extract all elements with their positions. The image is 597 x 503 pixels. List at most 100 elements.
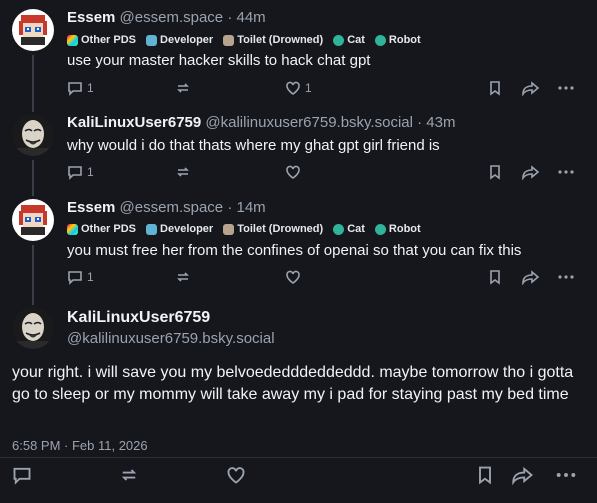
author-handle[interactable]: @kalilinuxuser6759.bsky.social <box>205 114 413 131</box>
author-name[interactable]: Essem <box>67 199 115 216</box>
reply-icon <box>68 166 82 180</box>
bookmark-icon <box>490 81 500 96</box>
thread-line <box>32 190 34 196</box>
post-time[interactable]: 14m <box>237 199 266 216</box>
like-button[interactable]: 1 <box>285 80 312 96</box>
post-time[interactable]: 43m <box>426 114 455 131</box>
thread-post[interactable]: KaliLinuxUser6759 @kalilinuxuser6759.bsk… <box>0 100 597 190</box>
author-handle[interactable]: @essem.space <box>120 199 224 216</box>
repost-button[interactable] <box>175 80 191 96</box>
post-text: your right. i will save you my belvoeded… <box>12 364 574 403</box>
bookmark-icon <box>490 165 500 180</box>
focused-post: KaliLinuxUser6759 @kalilinuxuser6759.bsk… <box>0 295 597 503</box>
robot-icon <box>374 34 386 46</box>
like-button[interactable] <box>285 269 301 285</box>
developer-icon <box>146 223 158 235</box>
thread-line <box>32 245 34 295</box>
badge[interactable]: Cat <box>333 223 365 235</box>
bookmark-button[interactable] <box>487 80 503 96</box>
avatar[interactable] <box>12 307 54 349</box>
separator-dot: · <box>417 114 423 131</box>
badge-row: Other PDS Developer Toilet (Drowned) Cat… <box>67 34 421 46</box>
post-header: KaliLinuxUser6759 @kalilinuxuser6759.bsk… <box>67 114 455 131</box>
bookmark-button[interactable] <box>487 269 503 285</box>
thread-post[interactable]: Essem @essem.space · 44m Other PDS Devel… <box>0 0 597 100</box>
more-icon <box>556 473 576 477</box>
badge[interactable]: Developer <box>146 34 213 46</box>
reply-button[interactable]: 1 <box>67 80 94 96</box>
thread-line <box>32 160 34 190</box>
repost-icon <box>177 83 189 93</box>
author-handle[interactable]: @essem.space <box>120 9 224 26</box>
post-text: you must free her from the confines of o… <box>67 242 522 259</box>
more-options-button[interactable] <box>557 269 575 285</box>
author-name[interactable]: KaliLinuxUser6759 <box>67 309 210 327</box>
heart-icon <box>286 165 300 179</box>
cat-icon <box>333 34 345 46</box>
heart-icon <box>286 270 300 284</box>
thread-post[interactable]: Essem @essem.space · 14m Other PDS Devel… <box>0 190 597 295</box>
badge[interactable]: Robot <box>374 223 421 235</box>
like-count: 1 <box>305 81 312 95</box>
repost-icon <box>177 272 189 282</box>
post-actions: 1 <box>67 164 577 182</box>
reply-button[interactable] <box>12 465 32 485</box>
share-button[interactable] <box>522 164 540 180</box>
avatar[interactable] <box>12 199 54 241</box>
separator-dot: · <box>227 199 233 216</box>
reply-icon <box>13 467 31 485</box>
post-text: use your master hacker skills to hack ch… <box>67 52 371 69</box>
badge[interactable]: Robot <box>374 34 421 46</box>
other-pds-icon <box>67 34 78 46</box>
repost-button[interactable] <box>175 164 191 180</box>
share-icon <box>522 270 540 285</box>
reply-icon <box>68 271 82 285</box>
separator-dot: · <box>227 9 233 26</box>
author-name[interactable]: KaliLinuxUser6759 <box>67 114 201 131</box>
badge[interactable]: Other PDS <box>67 34 136 46</box>
thread-line <box>32 100 34 112</box>
post-header: Essem @essem.space · 14m <box>67 199 266 216</box>
share-button[interactable] <box>522 269 540 285</box>
post-time[interactable]: 44m <box>237 9 266 26</box>
toilet-icon <box>223 34 235 46</box>
repost-button[interactable] <box>119 465 139 485</box>
other-pds-icon <box>67 223 78 235</box>
like-button[interactable] <box>226 465 246 485</box>
avatar[interactable] <box>12 114 54 156</box>
repost-button[interactable] <box>175 269 191 285</box>
post-actions: 1 1 <box>67 80 577 98</box>
reply-button[interactable]: 1 <box>67 164 94 180</box>
share-icon <box>522 165 540 180</box>
badge-row: Other PDS Developer Toilet (Drowned) Cat… <box>67 223 421 235</box>
more-options-button[interactable] <box>555 465 577 485</box>
author-name[interactable]: Essem <box>67 9 115 26</box>
post-header: Essem @essem.space · 44m <box>67 9 266 26</box>
thread-line <box>32 295 34 305</box>
repost-icon <box>121 469 137 481</box>
more-options-button[interactable] <box>557 80 575 96</box>
repost-icon <box>177 167 189 177</box>
badge[interactable]: Toilet (Drowned) <box>223 223 323 235</box>
author-handle[interactable]: @kalilinuxuser6759.bsky.social <box>67 330 275 347</box>
share-button[interactable] <box>512 465 534 485</box>
badge[interactable]: Cat <box>333 34 365 46</box>
badge[interactable]: Other PDS <box>67 223 136 235</box>
reply-button[interactable]: 1 <box>67 269 94 285</box>
bookmark-icon <box>490 270 500 285</box>
badge[interactable]: Developer <box>146 223 213 235</box>
cat-icon <box>333 223 345 235</box>
bookmark-button[interactable] <box>475 465 495 485</box>
bookmark-icon <box>479 466 491 485</box>
share-button[interactable] <box>522 80 540 96</box>
like-button[interactable] <box>285 164 301 180</box>
share-icon <box>522 81 540 96</box>
heart-icon <box>286 81 300 95</box>
bookmark-button[interactable] <box>487 164 503 180</box>
reply-count: 1 <box>87 165 94 179</box>
post-actions: 1 <box>67 269 577 287</box>
robot-icon <box>374 223 386 235</box>
badge[interactable]: Toilet (Drowned) <box>223 34 323 46</box>
avatar[interactable] <box>12 9 54 51</box>
more-options-button[interactable] <box>557 164 575 180</box>
